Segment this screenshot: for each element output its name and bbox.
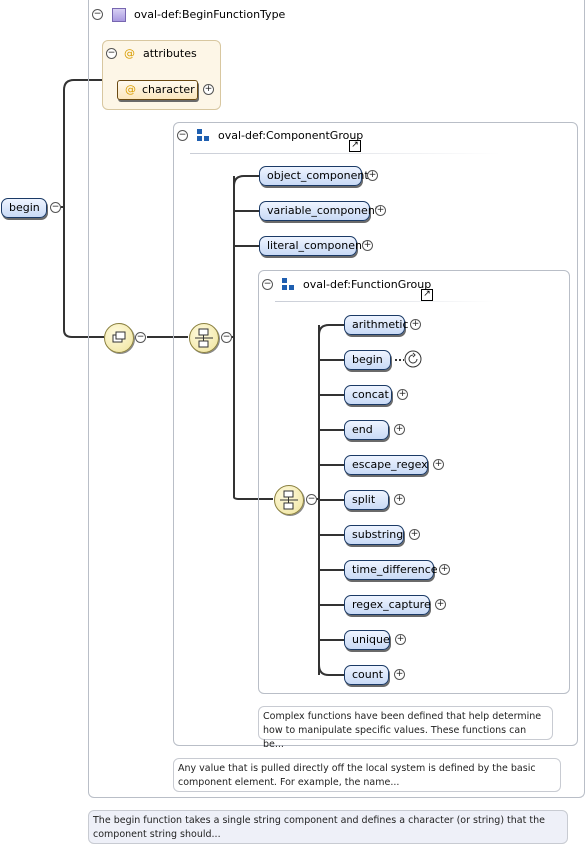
collapse-component-group-button[interactable]: − bbox=[177, 130, 188, 141]
substring-node[interactable]: substring bbox=[344, 525, 404, 545]
node-label: end bbox=[352, 423, 373, 436]
collapse-root-button[interactable]: − bbox=[50, 202, 61, 213]
regex-capture-node[interactable]: regex_capture bbox=[344, 595, 431, 615]
expand-substring[interactable]: + bbox=[409, 529, 420, 540]
escape-regex-node[interactable]: escape_regex bbox=[344, 455, 428, 475]
node-label: count bbox=[352, 668, 384, 681]
node-label: time_difference bbox=[352, 563, 438, 576]
group-icon bbox=[197, 129, 210, 142]
node-label: unique bbox=[352, 633, 390, 646]
expand-concat[interactable]: + bbox=[397, 389, 408, 400]
collapse-type-button[interactable]: − bbox=[92, 9, 103, 20]
object-component-node[interactable]: object_component bbox=[259, 166, 369, 186]
node-label: object_component bbox=[267, 169, 369, 182]
node-label: regex_capture bbox=[352, 598, 431, 611]
function-group-header: oval-def:FunctionGroup bbox=[303, 278, 432, 291]
count-node[interactable]: count bbox=[344, 665, 389, 685]
node-label: begin bbox=[352, 353, 383, 366]
concat-node[interactable]: concat bbox=[344, 385, 392, 405]
variable-component-node[interactable]: variable_component bbox=[259, 201, 379, 221]
sequence-compositor-icon bbox=[112, 331, 126, 343]
node-label: concat bbox=[352, 388, 389, 401]
choice-compositor[interactable] bbox=[189, 323, 219, 353]
function-group-frame bbox=[258, 270, 570, 694]
attributes-at-icon: @ bbox=[124, 47, 135, 60]
expand-attribute-character[interactable]: + bbox=[203, 84, 214, 95]
node-label: arithmetic bbox=[352, 318, 409, 331]
expand-regex-capture[interactable]: + bbox=[435, 599, 446, 610]
arithmetic-node[interactable]: arithmetic bbox=[344, 315, 409, 335]
expand-end[interactable]: + bbox=[394, 424, 405, 435]
recursion-icon[interactable] bbox=[404, 350, 422, 368]
component-group-header-rule bbox=[190, 153, 500, 154]
begin-node[interactable]: begin bbox=[344, 350, 391, 370]
expand-variable-component[interactable]: + bbox=[375, 205, 386, 216]
component-group-header: oval-def:ComponentGroup bbox=[218, 129, 364, 142]
expand-escape-regex[interactable]: + bbox=[433, 459, 444, 470]
expand-unique[interactable]: + bbox=[395, 634, 406, 645]
time-difference-node[interactable]: time_difference bbox=[344, 560, 438, 580]
node-label: variable_component bbox=[267, 204, 380, 217]
unique-node[interactable]: unique bbox=[344, 630, 390, 650]
attributes-header: attributes bbox=[143, 47, 197, 60]
root-element-begin[interactable]: begin bbox=[1, 198, 47, 218]
collapse-choice-button[interactable]: − bbox=[221, 332, 232, 343]
sequence-compositor[interactable] bbox=[104, 323, 134, 353]
link-arrow-icon[interactable]: ↗ bbox=[421, 289, 433, 301]
type-header: oval-def:BeginFunctionType bbox=[134, 8, 286, 21]
expand-time-difference[interactable]: + bbox=[439, 564, 450, 575]
literal-component-node[interactable]: literal_component bbox=[259, 236, 366, 256]
collapse-sequence-button[interactable]: − bbox=[135, 332, 146, 343]
root-element-label: begin bbox=[9, 201, 40, 214]
collapse-function-choice-button[interactable]: − bbox=[306, 494, 317, 505]
node-label: split bbox=[352, 493, 376, 506]
expand-split[interactable]: + bbox=[394, 494, 405, 505]
link-arrow-icon[interactable]: ↗ bbox=[349, 140, 361, 152]
node-label: literal_component bbox=[267, 239, 367, 252]
node-label: substring bbox=[352, 528, 404, 541]
expand-object-component[interactable]: + bbox=[367, 170, 378, 181]
component-group-documentation: Any value that is pulled directly off th… bbox=[173, 758, 561, 792]
split-node[interactable]: split bbox=[344, 490, 389, 510]
collapse-attributes-button[interactable]: − bbox=[106, 48, 117, 59]
attribute-character[interactable]: @ character bbox=[117, 80, 198, 100]
collapse-function-group-button[interactable]: − bbox=[262, 279, 273, 290]
at-sign-icon: @ bbox=[125, 83, 136, 96]
end-node[interactable]: end bbox=[344, 420, 389, 440]
choice-compositor-icon bbox=[280, 490, 298, 510]
function-choice-compositor[interactable] bbox=[274, 485, 304, 515]
complex-type-icon bbox=[112, 8, 126, 22]
attribute-label: character bbox=[142, 83, 195, 96]
type-documentation: The begin function takes a single string… bbox=[88, 810, 568, 844]
function-group-documentation: Complex functions have been defined that… bbox=[258, 706, 553, 750]
expand-count[interactable]: + bbox=[394, 669, 405, 680]
choice-compositor-icon bbox=[195, 328, 213, 348]
function-group-header-rule bbox=[275, 301, 495, 302]
node-label: escape_regex bbox=[352, 458, 428, 471]
expand-literal-component[interactable]: + bbox=[362, 240, 373, 251]
group-icon bbox=[282, 278, 295, 291]
expand-arithmetic[interactable]: + bbox=[410, 319, 421, 330]
